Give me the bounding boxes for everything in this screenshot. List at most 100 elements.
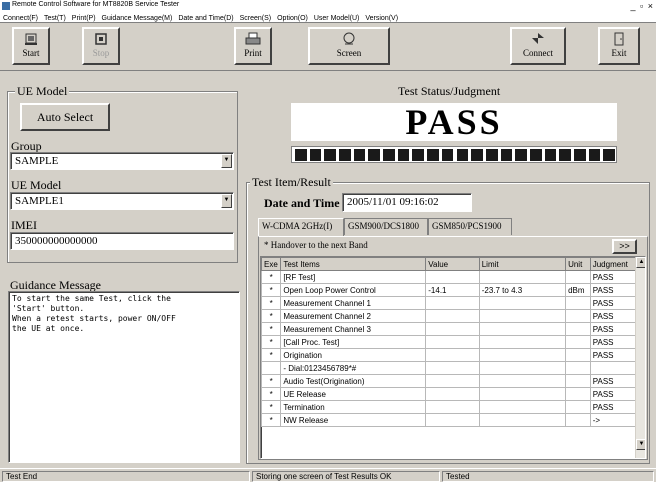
ue-model-select[interactable]: SAMPLE1 ▼: [10, 192, 234, 210]
cell-value: [425, 400, 480, 414]
start-button[interactable]: Start: [12, 27, 50, 65]
column-header-test-items[interactable]: Test Items: [280, 257, 427, 271]
table-row[interactable]: * Measurement Channel 1 PASS: [261, 296, 637, 310]
progress-bar: [291, 146, 617, 163]
cell-item: [RF Test]: [280, 270, 427, 284]
table-row[interactable]: * NW Release ->: [261, 413, 637, 427]
table-row[interactable]: * [Call Proc. Test] PASS: [261, 335, 637, 349]
cell-unit: [565, 335, 591, 349]
cell-value: -14.1: [425, 283, 480, 297]
cell-exe: *: [261, 335, 282, 349]
printer-icon: [244, 32, 262, 47]
cell-item: Origination: [280, 348, 427, 362]
minimize-icon[interactable]: _: [630, 1, 636, 11]
table-row[interactable]: * Open Loop Power Control -14.1 -23.7 to 4.…: [261, 283, 637, 297]
scroll-up-icon[interactable]: ▲: [636, 257, 645, 268]
tab-gsm900-dcs1800[interactable]: GSM900/DCS1800: [344, 218, 428, 235]
cell-judgment: [589, 361, 637, 375]
handover-text: * Handover to the next Band: [264, 240, 368, 250]
table-row[interactable]: * Measurement Channel 3 PASS: [261, 322, 637, 336]
progress-segment: [544, 149, 557, 161]
cell-unit: [565, 348, 591, 362]
auto-select-button[interactable]: Auto Select: [20, 103, 110, 131]
table-row[interactable]: * Measurement Channel 2 PASS: [261, 309, 637, 323]
stop-icon: [92, 32, 110, 47]
result-table: Exe Test Items Value Limit Unit Judgment…: [261, 257, 637, 427]
cell-item: NW Release: [280, 413, 427, 427]
cell-item: Termination: [280, 400, 427, 414]
guidance-message-box[interactable]: To start the same Test, click the 'Start…: [8, 291, 240, 463]
column-header-unit[interactable]: Unit: [565, 257, 591, 271]
cell-unit: [565, 270, 591, 284]
table-row[interactable]: * Termination PASS: [261, 400, 637, 414]
table-row[interactable]: * Origination PASS: [261, 348, 637, 362]
date-time-label: Date and Time: [264, 196, 340, 210]
table-row[interactable]: - Dial:0123456789*#: [261, 361, 637, 375]
cell-limit: [478, 296, 567, 310]
result-table-scrollbar[interactable]: ▲ ▼: [635, 257, 645, 458]
judgment-display: PASS: [291, 103, 617, 141]
column-header-limit[interactable]: Limit: [478, 257, 567, 271]
table-row[interactable]: * [RF Test] PASS: [261, 270, 637, 284]
cell-limit: -23.7 to 4.3: [478, 283, 567, 297]
cell-value: [425, 374, 480, 388]
tab-gsm850-pcs1900[interactable]: GSM850/PCS1900: [428, 218, 512, 235]
cell-limit: [478, 374, 567, 388]
chevron-down-icon[interactable]: ▼: [221, 154, 232, 168]
progress-segment: [603, 149, 615, 161]
cell-unit: [565, 309, 591, 323]
chevron-down-icon[interactable]: ▼: [221, 194, 232, 208]
imei-field[interactable]: 350000000000000: [10, 232, 234, 250]
ue-model-group-title: UE Model: [15, 84, 70, 99]
connect-button[interactable]: Connect: [510, 27, 566, 65]
cell-exe: *: [261, 296, 282, 310]
progress-segment: [515, 149, 527, 161]
tab-wcdma-2ghz[interactable]: W-CDMA 2GHz(I): [258, 218, 344, 236]
table-row[interactable]: * UE Release PASS: [261, 387, 637, 401]
scroll-down-icon[interactable]: ▼: [636, 439, 645, 450]
cell-value: [425, 309, 480, 323]
print-button[interactable]: Print: [234, 27, 272, 65]
cell-unit: dBm: [565, 283, 591, 297]
column-header-exe[interactable]: Exe: [261, 257, 282, 271]
progress-segment: [559, 149, 571, 161]
cell-item: [Call Proc. Test]: [280, 335, 427, 349]
progress-segment: [339, 149, 351, 161]
close-icon[interactable]: ×: [648, 1, 654, 11]
column-header-value[interactable]: Value: [425, 257, 480, 271]
cell-judgment: PASS: [589, 335, 637, 349]
cell-limit: [478, 413, 567, 427]
exit-button[interactable]: Exit: [598, 27, 640, 65]
cell-item: Measurement Channel 2: [280, 309, 427, 323]
progress-segment: [573, 149, 586, 161]
column-header-judgment[interactable]: Judgment: [589, 257, 637, 271]
cell-value: [425, 413, 480, 427]
app-icon: [2, 2, 10, 10]
stop-button[interactable]: Stop: [82, 27, 120, 65]
cell-judgment: PASS: [589, 270, 637, 284]
cell-judgment: PASS: [589, 283, 637, 297]
progress-segment: [309, 149, 322, 161]
status-middle: Storing one screen of Test Results OK: [252, 471, 440, 482]
screen-button[interactable]: Screen: [308, 27, 390, 65]
cell-value: [425, 348, 480, 362]
status-bar: Test End Storing one screen of Test Resu…: [0, 468, 656, 482]
progress-segment: [368, 149, 381, 161]
cell-unit: [565, 413, 591, 427]
progress-segment: [324, 149, 337, 161]
progress-segment: [529, 149, 542, 161]
cell-exe: *: [261, 309, 282, 323]
table-row[interactable]: * Audio Test(Origination) PASS: [261, 374, 637, 388]
cell-exe: *: [261, 413, 282, 427]
progress-segment: [412, 149, 425, 161]
group-select[interactable]: SAMPLE ▼: [10, 152, 234, 170]
cell-unit: [565, 400, 591, 414]
result-table-container: Exe Test Items Value Limit Unit Judgment…: [260, 256, 646, 459]
cell-value: [425, 335, 480, 349]
maximize-icon[interactable]: ▫: [640, 1, 644, 11]
cell-limit: [478, 348, 567, 362]
ue-model-label: UE Model: [11, 178, 62, 192]
cell-item: Open Loop Power Control: [280, 283, 427, 297]
next-band-button[interactable]: >>: [612, 239, 637, 254]
date-time-field: 2005/11/01 09:16:02: [342, 193, 472, 212]
